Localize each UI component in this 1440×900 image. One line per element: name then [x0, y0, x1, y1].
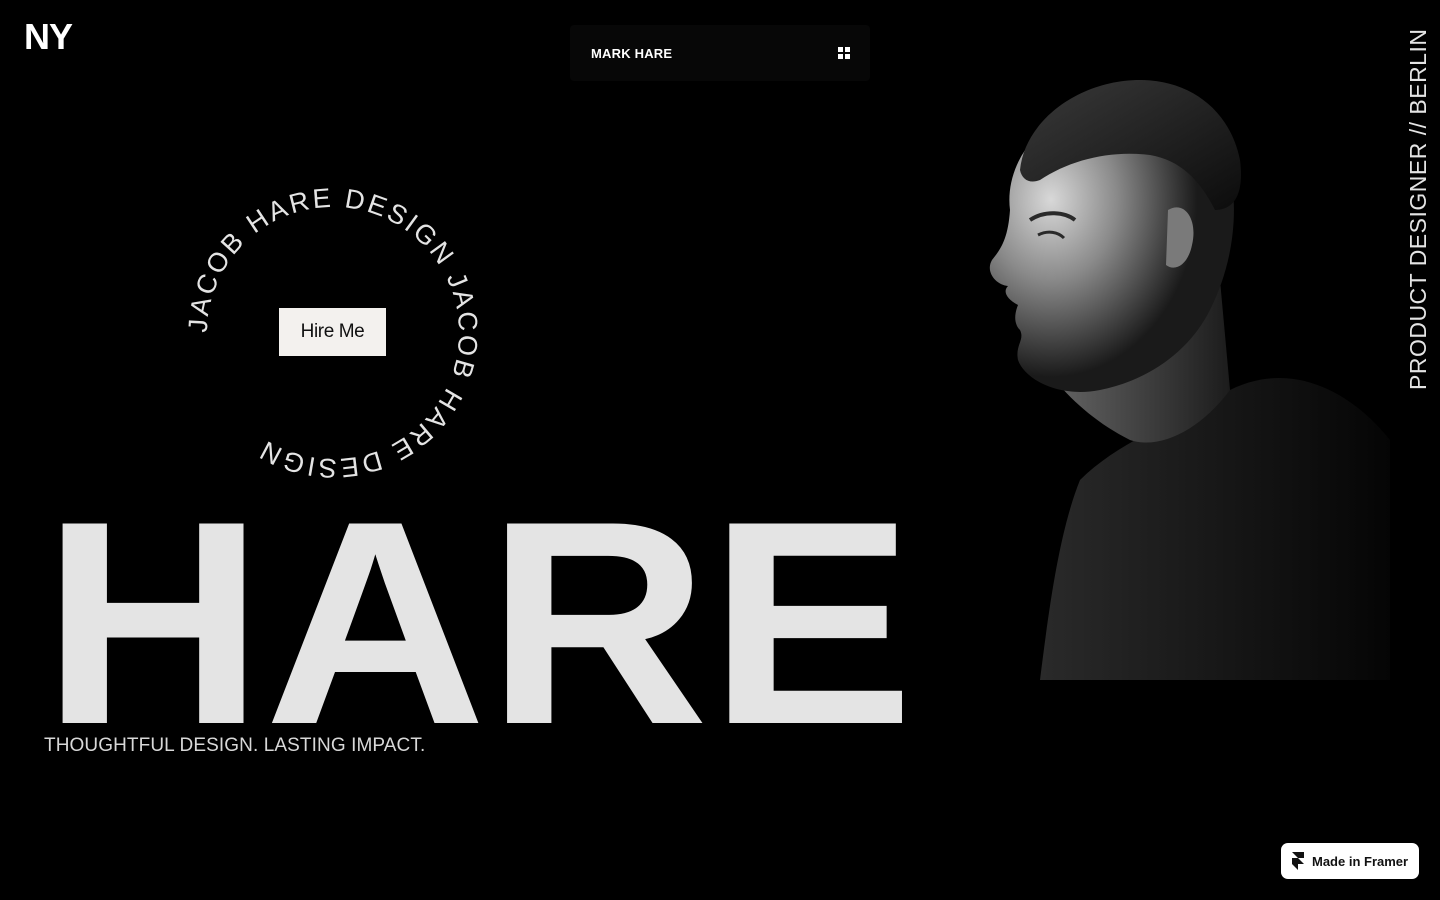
hire-me-button[interactable]: Hire Me [279, 308, 386, 356]
top-nav-bar: MARK HARE [570, 25, 870, 81]
page: NY MARK HARE PRODUCT DESIGNER // BERLIN [0, 0, 1440, 900]
made-in-framer-badge[interactable]: Made in Framer [1281, 843, 1419, 879]
portrait-image [989, 80, 1390, 680]
nav-title[interactable]: MARK HARE [591, 46, 672, 61]
hero-title-text: HARE [42, 512, 914, 726]
framer-icon [1292, 852, 1304, 870]
hero-title: HARE [42, 512, 914, 726]
grid-menu-icon[interactable] [838, 47, 850, 59]
site-logo[interactable]: NY [24, 17, 73, 57]
hero-subtitle: THOUGHTFUL DESIGN. LASTING IMPACT. [44, 735, 426, 756]
vertical-tagline: PRODUCT DESIGNER // BERLIN [1405, 28, 1431, 390]
framer-badge-label: Made in Framer [1312, 853, 1409, 869]
